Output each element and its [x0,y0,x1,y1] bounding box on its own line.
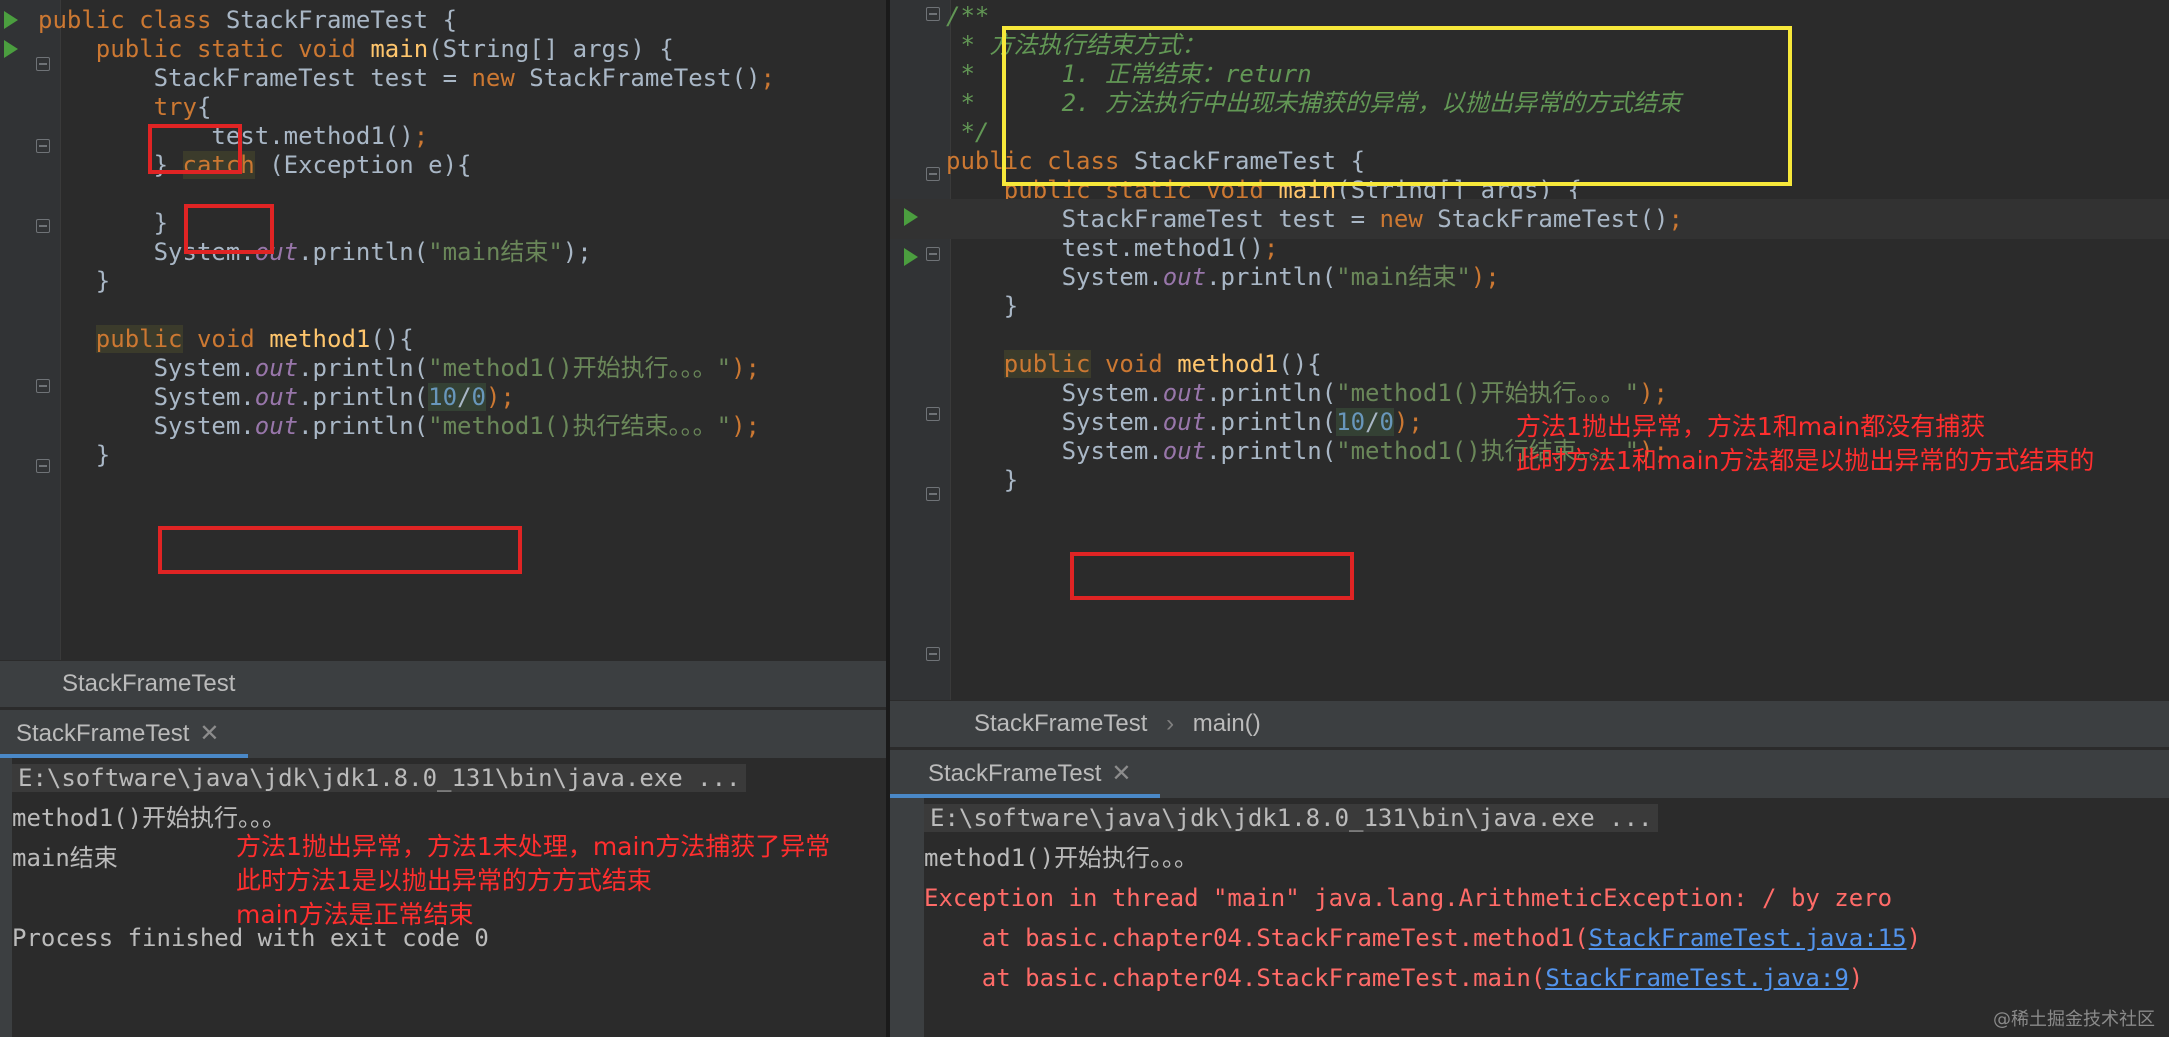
left-annotation: 方法1抛出异常，方法1未处理，main方法捕获了异常 此时方法1是以抛出异常的方… [236,832,831,929]
code-token: } [946,466,1019,494]
fold-icon[interactable] [926,647,940,661]
breadcrumb-item[interactable]: main() [1193,710,1261,737]
watermark: @稀土掘金技术社区 [1993,1009,2155,1030]
division-highlight-box [1070,552,1354,600]
console-command: E:\software\java\jdk\jdk1.8.0_131\bin\ja… [924,804,1659,832]
stack-trace-line: at basic.chapter04.StackFrameTest.method… [924,924,1922,952]
right-run-toolbar: StackFrameTest ✕ [890,750,2169,798]
fold-icon[interactable] [926,247,940,261]
right-annotation: 方法1抛出异常，方法1和main都没有捕获 此时方法1和main方法都是以抛出异… [1516,412,2095,475]
close-icon[interactable]: ✕ [1111,760,1131,787]
source-link[interactable]: StackFrameTest.java:15 [1589,924,1907,952]
console-line: main结束 [12,844,118,872]
fold-icon[interactable] [36,139,50,153]
fold-icon[interactable] [36,57,50,71]
division-highlight-box [158,526,522,574]
fold-icon[interactable] [926,167,940,181]
try-highlight-box [148,124,242,174]
run-tab-label[interactable]: StackFrameTest [16,720,189,747]
left-code-editor[interactable]: public class StackFrameTest { public sta… [0,0,886,660]
breadcrumb-item[interactable]: StackFrameTest [62,670,235,697]
fold-icon[interactable] [926,7,940,21]
exception-line: Exception in thread "main" java.lang.Ari… [924,884,1893,912]
right-ide-pane: /** * 方法执行结束方式： * 1. 正常结束：return * 2. 方法… [890,0,2169,1037]
breadcrumb-separator-icon: › [1166,710,1175,737]
console-line: method1()开始执行。。。 [924,844,1199,872]
fold-icon[interactable] [36,219,50,233]
console-command: E:\software\java\jdk\jdk1.8.0_131\bin\ja… [12,764,747,792]
run-icon[interactable] [904,208,918,226]
fold-icon[interactable] [926,407,940,421]
run-icon[interactable] [4,40,18,58]
console-gutter [890,798,924,1037]
right-breadcrumb: StackFrameTest › main() [890,700,2169,747]
breadcrumb-item[interactable]: StackFrameTest [974,710,1147,737]
run-icon[interactable] [904,248,918,266]
code-line[interactable]: } [0,435,886,475]
javadoc-highlight-box [1002,26,1792,186]
fold-icon[interactable] [36,379,50,393]
right-console[interactable]: E:\software\java\jdk\jdk1.8.0_131\bin\ja… [890,798,2169,1037]
run-tab-label[interactable]: StackFrameTest [928,760,1101,787]
catch-highlight-box [184,204,274,254]
left-run-toolbar: StackFrameTest ✕ [0,710,886,758]
fold-icon[interactable] [36,459,50,473]
source-link[interactable]: StackFrameTest.java:9 [1545,964,1848,992]
right-code-editor[interactable]: /** * 方法执行结束方式： * 1. 正常结束：return * 2. 方法… [890,0,2169,700]
close-icon[interactable]: ✕ [199,720,219,747]
fold-icon[interactable] [926,487,940,501]
run-icon[interactable] [4,11,18,29]
console-gutter [0,758,12,1037]
stack-trace-line: at basic.chapter04.StackFrameTest.main(S… [924,964,1864,992]
left-breadcrumb: StackFrameTest [0,660,886,707]
left-ide-pane: public class StackFrameTest { public sta… [0,0,886,1037]
